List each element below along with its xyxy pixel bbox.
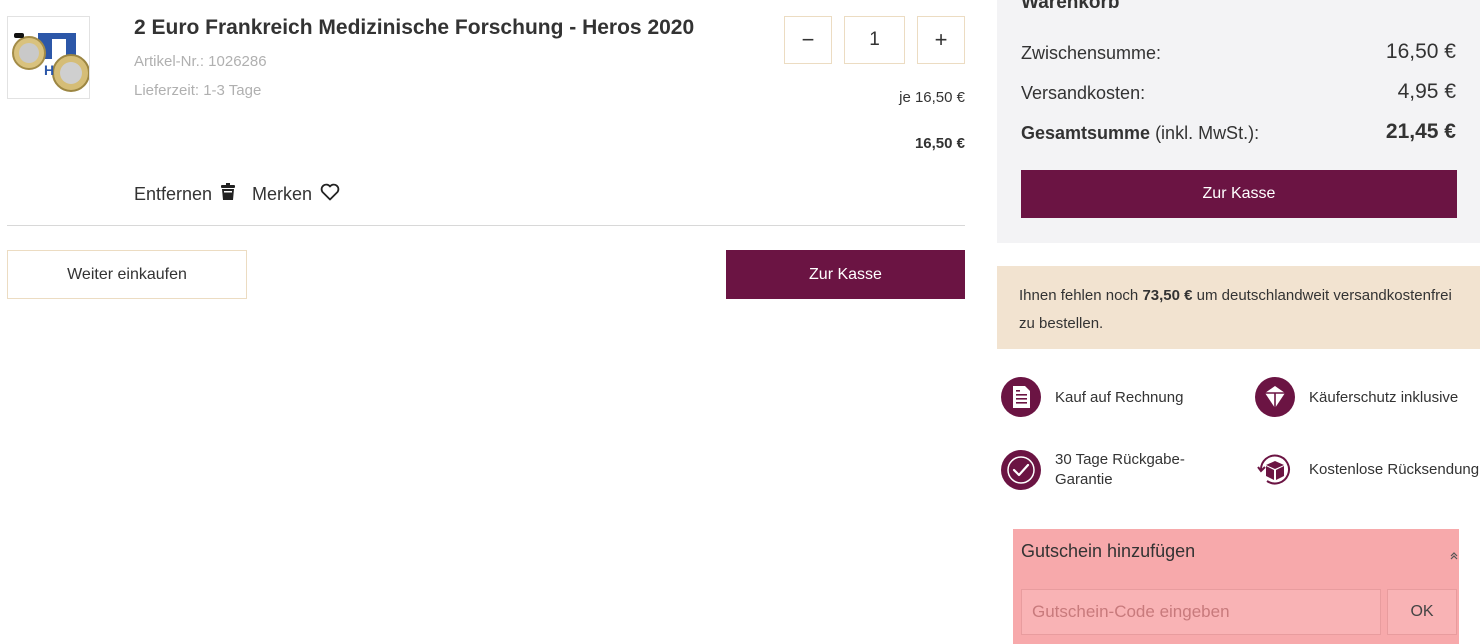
cart-heading: Warenkorb	[1021, 0, 1120, 13]
coin-image-icon: H	[12, 33, 90, 92]
line-total: 16,50 €	[914, 135, 965, 152]
product-title[interactable]: 2 Euro Frankreich Medizinische Forschung…	[134, 16, 694, 40]
article-number: Artikel-Nr.: 1026286	[134, 53, 267, 70]
unit-price: je 16,50 €	[899, 89, 965, 106]
feature-buyer-protection: Käuferschutz inklusive	[1309, 389, 1459, 406]
checkout-button-main[interactable]: Zur Kasse	[726, 250, 965, 299]
increase-quantity-button[interactable]: +	[917, 16, 965, 64]
remove-link[interactable]: Entfernen	[134, 183, 236, 206]
quantity-input[interactable]	[844, 16, 905, 64]
coupon-code-input[interactable]	[1021, 589, 1381, 635]
total-value: 21,45 €	[1385, 120, 1456, 143]
invoice-icon	[1001, 377, 1041, 417]
decrease-quantity-button[interactable]: −	[784, 16, 832, 64]
chevron-up-icon[interactable]	[1449, 548, 1459, 560]
remember-link[interactable]: Merken	[252, 183, 340, 206]
delivery-time: Lieferzeit: 1-3 Tage	[134, 82, 262, 99]
total-label-row: Gesamtsumme (inkl. MwSt.):	[1021, 123, 1259, 144]
subtotal-label: Zwischensumme:	[1021, 43, 1162, 63]
heart-icon	[320, 183, 340, 206]
remember-label: Merken	[252, 184, 313, 204]
product-divider	[7, 225, 965, 226]
notice-amount: 73,50 €	[1142, 287, 1193, 304]
feature-invoice: Kauf auf Rechnung	[1055, 389, 1184, 406]
coupon-ok-button[interactable]: OK	[1387, 589, 1457, 635]
feature-free-return: Kostenlose Rücksendung	[1309, 461, 1480, 478]
shipping-label: Versandkosten:	[1021, 83, 1146, 103]
coupon-toggle[interactable]: Gutschein hinzufügen	[1021, 541, 1195, 562]
check-badge-icon	[1001, 450, 1041, 490]
notice-prefix: Ihnen fehlen noch	[1019, 287, 1143, 304]
trash-icon	[220, 183, 236, 206]
subtotal-value: 16,50 €	[1385, 40, 1456, 63]
product-thumbnail[interactable]: H	[7, 16, 90, 99]
return-box-icon	[1255, 450, 1295, 490]
continue-shopping-button[interactable]: Weiter einkaufen	[7, 250, 247, 299]
shipping-value: 4,95 €	[1397, 80, 1456, 103]
shield-icon	[1255, 377, 1295, 417]
total-label: Gesamtsumme	[1021, 123, 1151, 143]
checkout-button-sidebar[interactable]: Zur Kasse	[1021, 170, 1457, 218]
total-note: (inkl. MwSt.):	[1150, 123, 1260, 143]
feature-return-guarantee: 30 Tage Rückgabe-Garantie	[1055, 451, 1185, 488]
svg-text:H: H	[44, 62, 54, 78]
free-shipping-notice: Ihnen fehlen noch 73,50 € um deutschland…	[997, 266, 1480, 349]
remove-label: Entfernen	[134, 184, 213, 204]
